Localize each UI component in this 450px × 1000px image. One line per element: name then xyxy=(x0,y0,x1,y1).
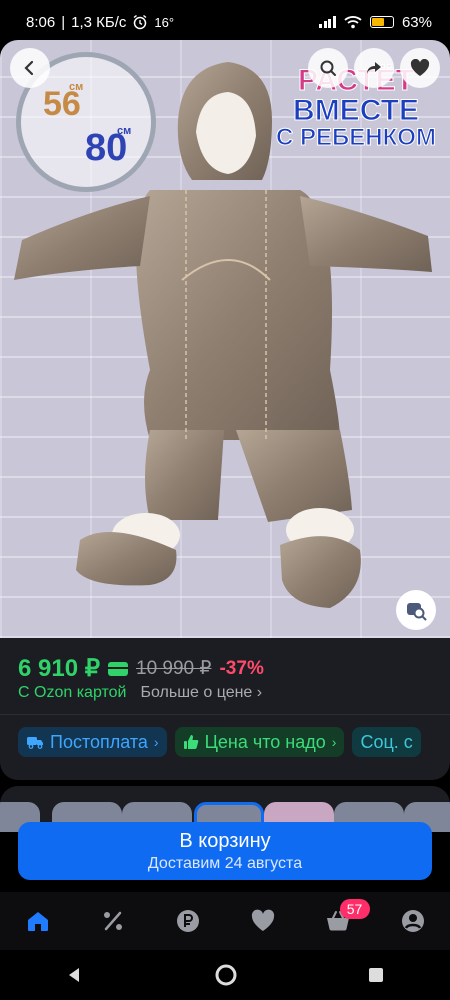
status-time: 8:06 xyxy=(26,13,56,31)
price-discount: -37% xyxy=(219,657,264,679)
divider xyxy=(0,714,450,715)
nav-home[interactable] xyxy=(18,901,58,941)
status-bar: 8:06 | 1,3 КБ/с 16° 63% xyxy=(26,13,432,31)
nav-profile[interactable] xyxy=(393,901,433,941)
image-search-button[interactable] xyxy=(396,590,436,630)
chip-label: Постоплата xyxy=(50,731,148,752)
size-unit: см xyxy=(117,125,132,137)
heart-icon xyxy=(410,59,430,76)
price-sub-row: С Ozon картой Больше о цене › xyxy=(18,684,262,702)
chevron-right-icon: › xyxy=(331,734,337,750)
product-card: 56 см 80 см РАСТЁТ ВМЕСТЕ С РЕБЕНКОМ 6 9… xyxy=(0,40,450,780)
product-image[interactable]: 56 см 80 см РАСТЁТ ВМЕСТЕ С РЕБЕНКОМ xyxy=(0,40,450,638)
search-button[interactable] xyxy=(308,48,348,88)
temperature: 16° xyxy=(154,14,175,30)
chip-label: Соц. с xyxy=(360,731,413,752)
alarm-icon xyxy=(133,14,147,30)
price-row: 6 910 ₽ 10 990 ₽ -37% xyxy=(18,654,264,683)
truck-icon xyxy=(27,737,43,749)
chip-label: Цена что надо xyxy=(204,731,326,752)
image-search-icon xyxy=(407,603,427,621)
heart-icon xyxy=(251,909,274,931)
card-icon xyxy=(108,661,128,676)
promo-line: ВМЕСТЕ xyxy=(293,94,420,127)
ruble-icon xyxy=(176,910,199,932)
recents-square-icon[interactable] xyxy=(367,966,385,984)
favorite-button[interactable] xyxy=(400,48,440,88)
network-speed: 1,3 КБ/с xyxy=(71,13,127,31)
battery-percent: 63% xyxy=(401,13,432,31)
size-unit: см xyxy=(69,81,84,93)
percent-icon xyxy=(103,911,122,931)
chevron-right-icon: › xyxy=(153,734,159,750)
home-circle-icon[interactable] xyxy=(214,963,238,987)
cart-count-badge: 57 xyxy=(339,899,370,919)
nav-cart[interactable]: 57 xyxy=(318,899,370,941)
share-icon xyxy=(367,62,381,74)
nav-finance[interactable] xyxy=(168,901,208,941)
wifi-icon xyxy=(344,16,362,29)
profile-icon xyxy=(401,910,424,932)
back-button[interactable] xyxy=(10,48,50,88)
delivery-date: Доставим 24 августа xyxy=(147,854,303,872)
chip-row: Постоплата › Цена что надо › Соц. с xyxy=(18,727,421,757)
add-to-cart-label: В корзину xyxy=(179,829,271,852)
thumbs-up-icon xyxy=(183,735,198,749)
chevron-right-icon: › xyxy=(256,684,263,701)
home-icon xyxy=(27,912,48,931)
chip-social[interactable]: Соц. с xyxy=(352,727,421,757)
price-old: 10 990 ₽ xyxy=(136,658,212,679)
chip-postpay[interactable]: Постоплата › xyxy=(18,727,167,757)
signal-icon xyxy=(319,16,336,28)
nav-favorites[interactable] xyxy=(243,901,283,941)
nav-discounts[interactable] xyxy=(93,901,133,941)
price-current: 6 910 ₽ xyxy=(18,655,100,682)
share-button[interactable] xyxy=(354,48,394,88)
back-triangle-icon[interactable] xyxy=(65,965,85,985)
chevron-left-icon xyxy=(24,60,34,76)
add-to-cart-button[interactable]: В корзину Доставим 24 августа xyxy=(18,822,432,880)
promo-line: С РЕБЕНКОМ xyxy=(276,124,437,151)
more-price-label: Больше о цене xyxy=(140,684,253,701)
system-nav xyxy=(0,950,450,1000)
chip-good-price[interactable]: Цена что надо › xyxy=(174,727,345,757)
battery-icon xyxy=(369,16,394,28)
ozon-card-label: С Ozon картой xyxy=(18,684,127,701)
search-icon xyxy=(320,60,336,76)
bottom-nav: 57 xyxy=(0,892,450,950)
more-price-link[interactable]: Больше о цене › xyxy=(140,684,262,702)
